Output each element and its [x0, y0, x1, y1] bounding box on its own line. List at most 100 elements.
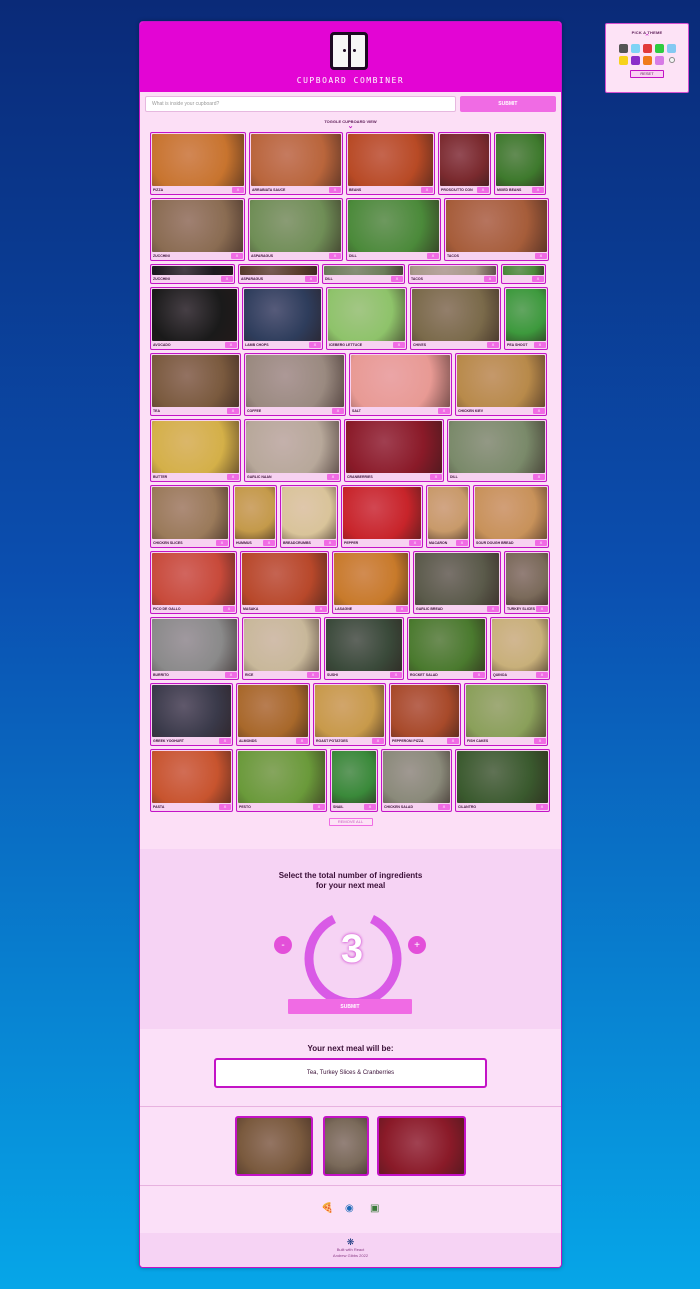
remove-ingredient-button[interactable]: X — [329, 187, 341, 193]
header: CUPBOARD COMBINER — [140, 22, 561, 92]
remove-ingredient-button[interactable]: X — [532, 187, 544, 193]
ingredient-label: BEANS — [349, 188, 362, 192]
remove-ingredient-button[interactable]: X — [533, 474, 545, 480]
remove-ingredient-button[interactable]: X — [332, 408, 344, 414]
search-submit-button[interactable]: SUBMIT — [459, 96, 556, 112]
ingredient-image — [152, 553, 235, 605]
remove-ingredient-button[interactable]: X — [535, 253, 547, 259]
ingredient-card: MASAKA X — [240, 551, 329, 614]
remove-ingredient-button[interactable]: X — [372, 738, 384, 744]
ingredient-image — [242, 553, 327, 605]
ingredient-card: BEANS X — [346, 132, 435, 195]
remove-ingredient-button[interactable]: X — [227, 474, 239, 480]
remove-ingredient-button[interactable]: X — [487, 606, 499, 612]
remove-ingredient-button[interactable]: X — [231, 253, 243, 259]
increase-button[interactable]: + — [408, 936, 426, 954]
remove-ingredient-button[interactable]: X — [263, 540, 275, 546]
ingredient-label: HUMMUS — [236, 541, 252, 545]
remove-ingredient-button[interactable]: X — [427, 253, 439, 259]
remove-ingredient-button[interactable]: X — [227, 408, 239, 414]
remove-ingredient-button[interactable]: X — [391, 276, 403, 282]
remove-ingredient-button[interactable]: X — [364, 804, 376, 810]
remove-ingredient-button[interactable]: X — [487, 342, 499, 348]
remove-ingredient-button[interactable]: X — [315, 606, 327, 612]
remove-ingredient-button[interactable]: X — [430, 474, 442, 480]
remove-ingredient-button[interactable]: X — [532, 276, 544, 282]
remove-ingredient-button[interactable]: X — [232, 187, 244, 193]
remove-ingredient-button[interactable]: X — [390, 672, 402, 678]
theme-swatch[interactable] — [618, 44, 628, 53]
remove-ingredient-button[interactable]: X — [484, 276, 496, 282]
remove-ingredient-button[interactable]: X — [536, 672, 548, 678]
remove-ingredient-button[interactable]: X — [534, 738, 546, 744]
app-card: CUPBOARD COMBINER What is inside your cu… — [139, 21, 562, 1268]
remove-ingredient-button[interactable]: X — [329, 253, 341, 259]
ingredient-image — [351, 355, 450, 407]
ingredient-card: ALMONDS X — [236, 683, 310, 746]
ingredient-label: ARRABIATA SAUCE — [252, 188, 286, 192]
ingredient-label: TEA — [153, 409, 160, 413]
remove-ingredient-button[interactable]: X — [225, 342, 237, 348]
ingredient-card: COFFEE X — [244, 353, 346, 416]
remove-ingredient-button[interactable]: X — [396, 606, 408, 612]
search-input[interactable]: What is inside your cupboard? — [145, 96, 456, 112]
ingredient-card: PROSCIUTTO CON X — [438, 132, 491, 195]
decrease-button[interactable]: - — [274, 936, 292, 954]
chevron-up-icon[interactable]: ⌃ — [606, 34, 688, 41]
remove-ingredient-button[interactable]: X — [216, 540, 228, 546]
remove-ingredient-button[interactable]: X — [421, 187, 433, 193]
theme-swatch[interactable] — [666, 44, 676, 53]
remove-ingredient-button[interactable]: X — [221, 276, 233, 282]
ingredient-label: ASPARAGUS — [251, 254, 274, 258]
remove-all-button[interactable]: REMOVE ALL — [328, 818, 373, 826]
remove-ingredient-button[interactable]: X — [533, 408, 545, 414]
remove-ingredient-button[interactable]: X — [307, 672, 319, 678]
count-value: 3 — [340, 927, 364, 971]
remove-ingredient-button[interactable]: X — [305, 276, 317, 282]
remove-ingredient-button[interactable]: X — [219, 738, 231, 744]
remove-ingredient-button[interactable]: X — [327, 474, 339, 480]
search-row: What is inside your cupboard? SUBMIT — [140, 92, 561, 116]
ingredient-image — [496, 134, 544, 186]
remove-ingredient-button[interactable]: X — [223, 606, 235, 612]
ingredient-label: MIXED BEANS — [497, 188, 522, 192]
theme-swatch[interactable] — [654, 44, 664, 53]
count-submit-button[interactable]: SUBMIT — [288, 999, 412, 1014]
remove-ingredient-button[interactable]: X — [536, 606, 548, 612]
remove-ingredient-button[interactable]: X — [447, 738, 459, 744]
remove-ingredient-button[interactable]: X — [309, 342, 321, 348]
remove-ingredient-button[interactable]: X — [536, 804, 548, 810]
theme-swatch[interactable] — [630, 56, 640, 65]
remove-ingredient-button[interactable]: X — [534, 342, 546, 348]
remove-ingredient-button[interactable]: X — [225, 672, 237, 678]
remove-ingredient-button[interactable]: X — [438, 408, 450, 414]
theme-swatch[interactable] — [642, 56, 652, 65]
remove-ingredient-button[interactable]: X — [296, 738, 308, 744]
remove-ingredient-button[interactable]: X — [438, 804, 450, 810]
ingredient-row: AVOCADO X LAMB CHOPS X ICEBERG LETTUCE X CHIVE… — [150, 287, 551, 350]
ingredient-image — [348, 134, 433, 186]
remove-ingredient-button[interactable]: X — [409, 540, 421, 546]
remove-ingredient-button[interactable]: X — [477, 187, 489, 193]
theme-swatch[interactable] — [642, 44, 652, 53]
remove-ingredient-button[interactable]: X — [313, 804, 325, 810]
remove-ingredient-button[interactable]: X — [456, 540, 468, 546]
ingredient-image — [428, 487, 468, 539]
ingredient-label: ROCKET SALAD — [410, 673, 438, 677]
theme-reset-button[interactable]: RESET — [630, 70, 664, 78]
toggle-cupboard-view[interactable]: TOGGLE CUPBOARD VIEW ⌄ — [140, 119, 561, 130]
remove-ingredient-button[interactable]: X — [473, 672, 485, 678]
theme-swatch[interactable] — [630, 44, 640, 53]
ingredient-image — [152, 355, 239, 407]
remove-ingredient-button[interactable]: X — [324, 540, 336, 546]
theme-swatch[interactable] — [618, 56, 628, 65]
ingredient-image — [457, 751, 548, 803]
theme-swatch[interactable] — [668, 57, 675, 63]
ingredient-label: SUSHI — [327, 673, 338, 677]
ingredient-label: PEA SHOOT — [507, 343, 528, 347]
theme-swatch[interactable] — [654, 56, 664, 65]
remove-ingredient-button[interactable]: X — [219, 804, 231, 810]
remove-ingredient-button[interactable]: X — [535, 540, 547, 546]
remove-ingredient-button[interactable]: X — [393, 342, 405, 348]
ingredient-row: PASTA X PESTO X SNAIL X CHICKEN SALAD X CILANTRO… — [150, 749, 551, 812]
